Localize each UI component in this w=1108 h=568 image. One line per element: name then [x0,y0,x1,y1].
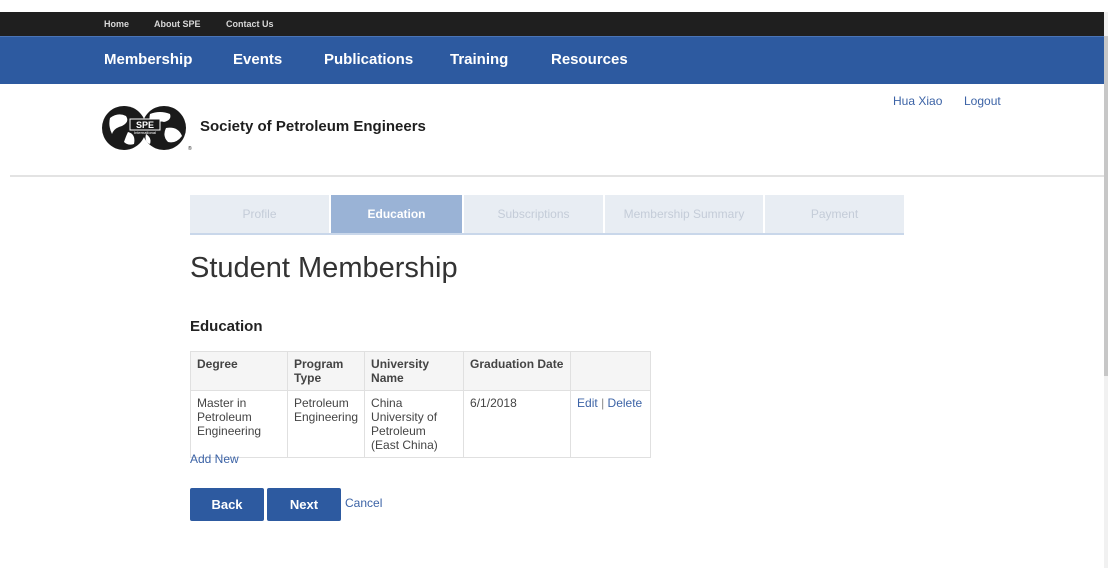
step-subscriptions[interactable]: Subscriptions [464,195,605,233]
step-payment[interactable]: Payment [765,195,904,233]
section-title: Education [190,318,263,335]
nav-publications[interactable]: Publications [324,51,413,68]
org-name: Society of Petroleum Engineers [200,118,426,135]
table-row: Master in Petroleum Engineering Petroleu… [190,390,652,458]
col-university-name: University Name [364,351,465,391]
edit-link[interactable]: Edit [577,396,598,410]
step-profile[interactable]: Profile [190,195,331,233]
logout-link[interactable]: Logout [964,94,1001,108]
cell-program-type: Petroleum Engineering [286,390,366,458]
svg-text:®: ® [188,145,192,152]
nav-training[interactable]: Training [450,51,508,68]
top-utility-bar: Home About SPE Contact Us [0,12,1104,36]
action-separator: | [601,396,605,410]
col-degree: Degree [190,351,288,391]
back-button[interactable]: Back [190,488,264,521]
cell-university: China University of Petroleum (East Chin… [364,390,465,458]
top-link-home[interactable]: Home [104,19,129,29]
top-link-about[interactable]: About SPE [154,19,201,29]
header-divider [10,175,1104,177]
top-link-contact[interactable]: Contact Us [226,19,274,29]
step-education[interactable]: Education [331,195,464,233]
scrollbar-thumb[interactable] [1104,36,1108,376]
nav-events[interactable]: Events [233,51,282,68]
table-header-row: Degree Program Type University Name Grad… [190,351,652,391]
nav-resources[interactable]: Resources [551,51,628,68]
col-actions [570,351,652,391]
user-name-link[interactable]: Hua Xiao [893,94,942,108]
education-table: Degree Program Type University Name Grad… [190,351,652,458]
add-new-link[interactable]: Add New [190,452,239,466]
cancel-link[interactable]: Cancel [345,496,382,510]
progress-steps: Profile Education Subscriptions Membersh… [190,195,904,235]
next-button[interactable]: Next [267,488,341,521]
cell-degree: Master in Petroleum Engineering [190,390,288,458]
logo-badge-subtext: International [134,130,156,135]
cell-graduation-date: 6/1/2018 [463,390,572,458]
spe-globe-logo[interactable]: SPE International ® [100,104,192,152]
page-title: Student Membership [190,252,458,284]
delete-link[interactable]: Delete [608,396,643,410]
step-membership-summary[interactable]: Membership Summary [605,195,765,233]
nav-membership[interactable]: Membership [104,51,192,68]
col-graduation-date: Graduation Date [463,351,572,391]
main-navigation: Membership Events Publications Training … [0,36,1104,84]
col-program-type: Program Type [286,351,366,391]
logo-badge-text: SPE [136,120,154,130]
cell-actions: Edit | Delete [570,390,652,458]
